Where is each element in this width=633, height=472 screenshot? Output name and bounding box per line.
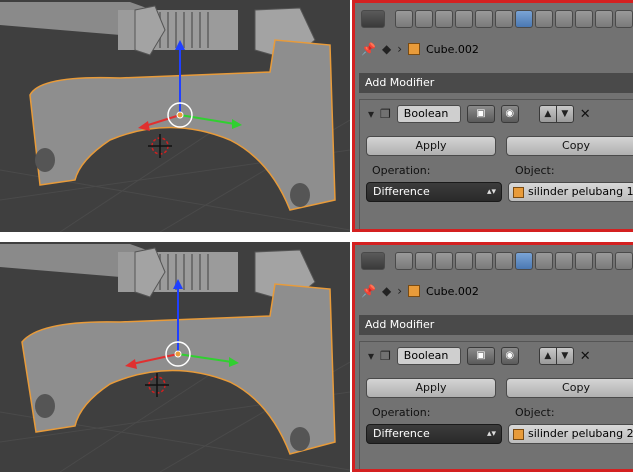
chevron-right-icon: › <box>397 42 402 56</box>
constraints-tab-icon[interactable] <box>495 10 513 28</box>
particles-tab-icon[interactable] <box>595 10 613 28</box>
render-tab-icon[interactable] <box>395 252 413 270</box>
copy-button[interactable]: Copy <box>506 378 633 398</box>
cube-icon <box>408 43 420 55</box>
operation-dropdown[interactable]: Difference ▴▾ <box>366 182 502 202</box>
physics-tab-icon[interactable] <box>615 10 633 28</box>
object-label: Object: <box>515 406 555 419</box>
move-down-icon[interactable]: ▼ <box>555 347 574 365</box>
constraints-tab-icon[interactable] <box>495 252 513 270</box>
material-tab-icon[interactable] <box>555 252 573 270</box>
object-label: Object: <box>515 164 555 177</box>
copy-button[interactable]: Copy <box>506 136 633 156</box>
modifier-box: ▾ ❐ Boolean ▣ ◉ ▲ ▼ ✕ Apply Copy Operati… <box>359 341 633 469</box>
operation-value: Difference <box>373 427 430 440</box>
viewport-scene <box>0 242 350 472</box>
world-tab-icon[interactable] <box>455 252 473 270</box>
eye-icon[interactable]: ◉ <box>500 347 519 365</box>
context-breadcrumb: 📌 ◆ › Cube.002 <box>361 281 479 301</box>
pin-icon[interactable]: 📌 <box>361 284 376 298</box>
properties-tabs <box>361 7 633 31</box>
layers-tab-icon[interactable] <box>415 252 433 270</box>
eye-icon[interactable]: ◉ <box>500 105 519 123</box>
properties-tabs <box>361 249 633 273</box>
dropdown-arrows-icon: ▴▾ <box>486 429 496 439</box>
operation-label: Operation: <box>372 406 431 419</box>
modifier-box: ▾ ❐ Boolean ▣ ◉ ▲ ▼ ✕ Apply Copy Operati… <box>359 99 633 229</box>
modifier-header: ▾ ❐ Boolean ▣ ◉ ▲ ▼ ✕ <box>368 104 591 124</box>
scene-tab-icon[interactable] <box>435 10 453 28</box>
cube-icon <box>513 428 524 440</box>
texture-tab-icon[interactable] <box>575 10 593 28</box>
object-tab-icon[interactable] <box>475 252 493 270</box>
material-tab-icon[interactable] <box>555 10 573 28</box>
modifier-name-field[interactable]: Boolean <box>396 105 461 123</box>
move-up-icon[interactable]: ▲ <box>538 347 557 365</box>
layers-tab-icon[interactable] <box>415 10 433 28</box>
render-icon[interactable]: ▣ <box>466 347 495 365</box>
object-field[interactable]: silinder pelubang 2 ✕ <box>508 424 633 444</box>
physics-tab-icon[interactable] <box>615 252 633 270</box>
modifier-header: ▾ ❐ Boolean ▣ ◉ ▲ ▼ ✕ <box>368 346 591 366</box>
properties-panel: 📌 ◆ › Cube.002 Add Modifier ▾ ❐ Boolean … <box>352 242 633 472</box>
close-icon[interactable]: ✕ <box>580 349 591 364</box>
move-down-icon[interactable]: ▼ <box>555 105 574 123</box>
screenshot-bottom: 📌 ◆ › Cube.002 Add Modifier ▾ ❐ Boolean … <box>0 242 633 472</box>
pin-icon[interactable]: 📌 <box>361 42 376 56</box>
data-tab-icon[interactable] <box>535 10 553 28</box>
texture-tab-icon[interactable] <box>575 252 593 270</box>
add-modifier-menu[interactable]: Add Modifier <box>359 315 633 335</box>
screenshot-top: 📌 ◆ › Cube.002 Add Modifier ▾ ❐ Boolean … <box>0 0 633 232</box>
boolean-modifier-icon: ❐ <box>380 349 391 363</box>
dropdown-arrows-icon: ▴▾ <box>486 187 496 197</box>
close-icon[interactable]: ✕ <box>580 107 591 122</box>
object-value: silinder pelubang 1 <box>528 185 633 198</box>
object-icon: ◆ <box>381 284 392 298</box>
add-modifier-menu[interactable]: Add Modifier <box>359 73 633 93</box>
wrench-icon[interactable] <box>515 10 533 28</box>
chevron-right-icon: › <box>397 284 402 298</box>
apply-button[interactable]: Apply <box>366 136 496 156</box>
boolean-modifier-icon: ❐ <box>380 107 391 121</box>
render-icon[interactable]: ▣ <box>466 105 495 123</box>
operation-dropdown[interactable]: Difference ▴▾ <box>366 424 502 444</box>
world-tab-icon[interactable] <box>455 10 473 28</box>
object-icon: ◆ <box>381 42 392 56</box>
object-field[interactable]: silinder pelubang 1 ✕ <box>508 182 633 202</box>
move-up-icon[interactable]: ▲ <box>538 105 557 123</box>
context-breadcrumb: 📌 ◆ › Cube.002 <box>361 39 479 59</box>
scene-tab-icon[interactable] <box>435 252 453 270</box>
3d-viewport[interactable] <box>0 0 350 232</box>
viewport-scene <box>0 0 350 232</box>
collapse-triangle-icon[interactable]: ▾ <box>368 107 374 121</box>
object-tab-icon[interactable] <box>475 10 493 28</box>
render-tab-icon[interactable] <box>395 10 413 28</box>
editor-type-icon[interactable] <box>361 10 385 28</box>
collapse-triangle-icon[interactable]: ▾ <box>368 349 374 363</box>
apply-button[interactable]: Apply <box>366 378 496 398</box>
properties-panel: 📌 ◆ › Cube.002 Add Modifier ▾ ❐ Boolean … <box>352 0 633 232</box>
wrench-icon[interactable] <box>515 252 533 270</box>
particles-tab-icon[interactable] <box>595 252 613 270</box>
cube-icon <box>408 285 420 297</box>
modifier-name-field[interactable]: Boolean <box>396 347 461 365</box>
object-value: silinder pelubang 2 <box>528 427 633 440</box>
operation-value: Difference <box>373 185 430 198</box>
3d-viewport[interactable] <box>0 242 350 472</box>
editor-type-icon[interactable] <box>361 252 385 270</box>
data-tab-icon[interactable] <box>535 252 553 270</box>
object-name: Cube.002 <box>426 42 479 56</box>
object-name: Cube.002 <box>426 284 479 298</box>
operation-label: Operation: <box>372 164 431 177</box>
cube-icon <box>513 186 524 198</box>
